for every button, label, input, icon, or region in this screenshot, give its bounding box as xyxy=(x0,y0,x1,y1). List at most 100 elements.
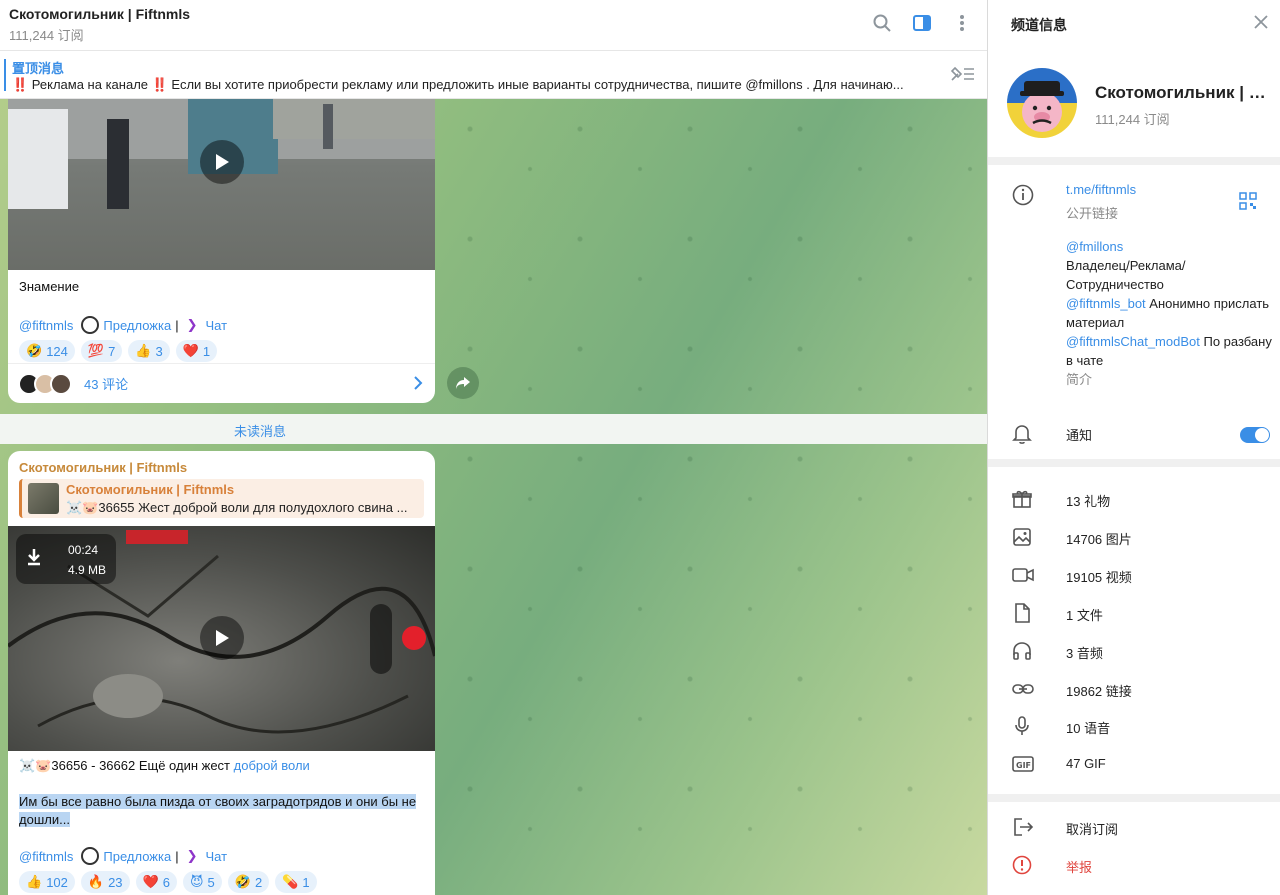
reaction-emoji: 👍 xyxy=(135,343,152,358)
link-icon xyxy=(1012,679,1034,702)
media-row-audio[interactable]: 3 音频 xyxy=(988,632,1280,670)
suggest-link[interactable]: Предложка xyxy=(103,318,171,333)
reply-quote[interactable]: Скотомогильник | Fiftnmls ☠️🐷36655 Жест … xyxy=(19,479,424,518)
owner-text: Владелец/Реклама/Сотрудничество xyxy=(1066,258,1186,292)
video-thumbnail[interactable] xyxy=(8,99,435,270)
play-button[interactable] xyxy=(200,616,244,660)
close-icon[interactable] xyxy=(1254,15,1268,32)
media-row-voice[interactable]: 10 语音 xyxy=(988,707,1280,745)
video-duration: 00:24 xyxy=(68,543,99,557)
more-icon[interactable] xyxy=(951,12,973,34)
gift-icon xyxy=(1012,489,1032,512)
channel-link[interactable]: @fiftnmls xyxy=(19,318,73,333)
share-icon xyxy=(456,377,470,389)
pinned-label: 置顶消息 xyxy=(12,61,65,76)
pinned-list-icon[interactable] xyxy=(949,65,975,86)
message-bubble: Скотомогильник | Fiftnmls Скотомогильник… xyxy=(8,451,435,895)
notifications-label: 通知 xyxy=(1066,428,1093,443)
reaction-thumbs-up[interactable]: 👍 102 xyxy=(19,871,75,893)
chat-subscribers: 111,244 订阅 xyxy=(9,28,84,43)
forward-source-name[interactable]: Скотомогильник | Fiftnmls xyxy=(8,451,435,475)
channel-name: Скотомогильник | Fiftnmls xyxy=(1095,83,1275,102)
reaction-fire[interactable]: 🔥 23 xyxy=(80,871,130,893)
reaction-count: 6 xyxy=(162,874,170,890)
unsubscribe-button[interactable]: 取消订阅 xyxy=(988,808,1280,846)
reaction-count: 2 xyxy=(254,874,263,890)
media-row-gifs[interactable]: GIF 47 GIF xyxy=(988,745,1280,783)
report-button[interactable]: 举报 xyxy=(988,846,1280,884)
bot-handle[interactable]: @fiftnmls_bot xyxy=(1066,296,1146,311)
post-title-link[interactable]: доброй воли xyxy=(234,758,310,773)
mod-bot-handle[interactable]: @fiftnmlsChat_modBot xyxy=(1066,334,1200,349)
pinned-text: ‼️ Реклама на канале ‼️ Если вы хотите п… xyxy=(12,77,904,92)
reaction-heart[interactable]: ❤️ 6 xyxy=(135,871,177,893)
suggest-link[interactable]: Предложка xyxy=(103,849,171,864)
section-divider xyxy=(988,794,1280,802)
section-divider xyxy=(988,157,1280,165)
channel-avatar[interactable] xyxy=(1007,68,1077,138)
media-count-label: 10 语音 xyxy=(1066,721,1111,736)
post-body: Им бы все равно была пизда от своих загр… xyxy=(8,775,435,829)
comments-count: 43 评论 xyxy=(84,377,129,392)
reaction-emoji: 💊 xyxy=(282,874,299,889)
media-row-photos[interactable]: 14706 图片 xyxy=(988,518,1280,556)
reactions-bar: 👍 102 🔥 23 ❤️ 6 😈 5 🤣 2 💊 1 xyxy=(8,865,435,893)
channel-link[interactable]: t.me/fiftnmls xyxy=(1066,182,1136,197)
reaction-heart[interactable]: ❤️ 1 xyxy=(175,340,218,362)
reaction-count: 102 xyxy=(46,874,68,890)
warning-icon xyxy=(1012,855,1032,878)
post-title: ☠️🐷36656 - 36662 Ещё один жест доброй во… xyxy=(8,751,435,775)
reaction-hundred[interactable]: 💯 7 xyxy=(80,340,123,362)
notifications-row[interactable]: 通知 xyxy=(988,414,1280,452)
leave-icon xyxy=(1012,817,1034,840)
chat-arrow-icon: ❯ xyxy=(186,848,198,863)
media-row-files[interactable]: 1 文件 xyxy=(988,594,1280,632)
link-caption: 公开链接 xyxy=(1066,206,1119,221)
pinned-message[interactable]: 置顶消息 ‼️ Реклама на канале ‼️ Если вы хот… xyxy=(0,51,987,99)
qr-code-icon[interactable] xyxy=(1239,192,1257,213)
media-row-gifts[interactable]: 13 礼物 xyxy=(988,480,1280,518)
panel-title: 频道信息 xyxy=(1011,17,1067,33)
mic-icon xyxy=(1012,716,1032,739)
owner-handle[interactable]: @fmillons xyxy=(1066,239,1123,254)
section-divider xyxy=(988,459,1280,467)
channel-link[interactable]: @fiftnmls xyxy=(19,849,73,864)
share-button[interactable] xyxy=(447,367,479,399)
reaction-thumbs-up[interactable]: 👍 3 xyxy=(128,340,170,362)
notifications-toggle[interactable] xyxy=(1240,427,1270,443)
bell-icon xyxy=(1012,423,1032,448)
comments-button[interactable]: 43 评论 xyxy=(8,363,435,403)
commenter-avatars xyxy=(18,372,72,395)
avatar xyxy=(50,372,72,395)
video-size: 4.9 MB xyxy=(68,563,107,577)
reaction-count: 1 xyxy=(302,874,310,890)
chat-link[interactable]: Чат xyxy=(206,849,228,864)
download-overlay[interactable]: 00:24 4.9 MB xyxy=(16,534,116,584)
file-icon xyxy=(1012,603,1032,626)
video-thumbnail[interactable]: 00:24 4.9 MB xyxy=(8,526,435,751)
search-icon[interactable] xyxy=(871,12,893,34)
media-row-videos[interactable]: 19105 视频 xyxy=(988,556,1280,594)
svg-text:GIF: GIF xyxy=(1016,761,1031,770)
reaction-rofl[interactable]: 🤣 2 xyxy=(227,871,270,893)
download-icon xyxy=(26,548,42,569)
chat-area: Знамение @fiftnmls Предложка | ❯ Чат 🤣 12… xyxy=(0,0,987,895)
media-count-label: 19105 视频 xyxy=(1066,570,1132,585)
reaction-pill[interactable]: 💊 1 xyxy=(275,871,317,893)
video-icon xyxy=(1012,565,1034,588)
reaction-count: 1 xyxy=(202,343,211,359)
media-count-label: 1 文件 xyxy=(1066,608,1103,623)
reaction-devil[interactable]: 😈 5 xyxy=(182,871,222,893)
reaction-count: 3 xyxy=(155,343,163,359)
chat-link[interactable]: Чат xyxy=(206,318,228,333)
media-row-links[interactable]: 19862 链接 xyxy=(988,670,1280,708)
quote-text: ☠️🐷36655 Жест доброй воли для полудохлог… xyxy=(66,500,408,515)
sidebar-toggle-icon[interactable] xyxy=(911,12,933,34)
reaction-count: 5 xyxy=(207,874,215,890)
reaction-rofl[interactable]: 🤣 124 xyxy=(19,340,75,362)
pig-logo xyxy=(1020,81,1064,132)
play-button[interactable] xyxy=(200,140,244,184)
video-scene xyxy=(8,99,435,209)
chevron-right-icon xyxy=(413,376,423,393)
chat-header[interactable]: Скотомогильник | Fiftnmls 111,244 订阅 xyxy=(0,0,987,51)
